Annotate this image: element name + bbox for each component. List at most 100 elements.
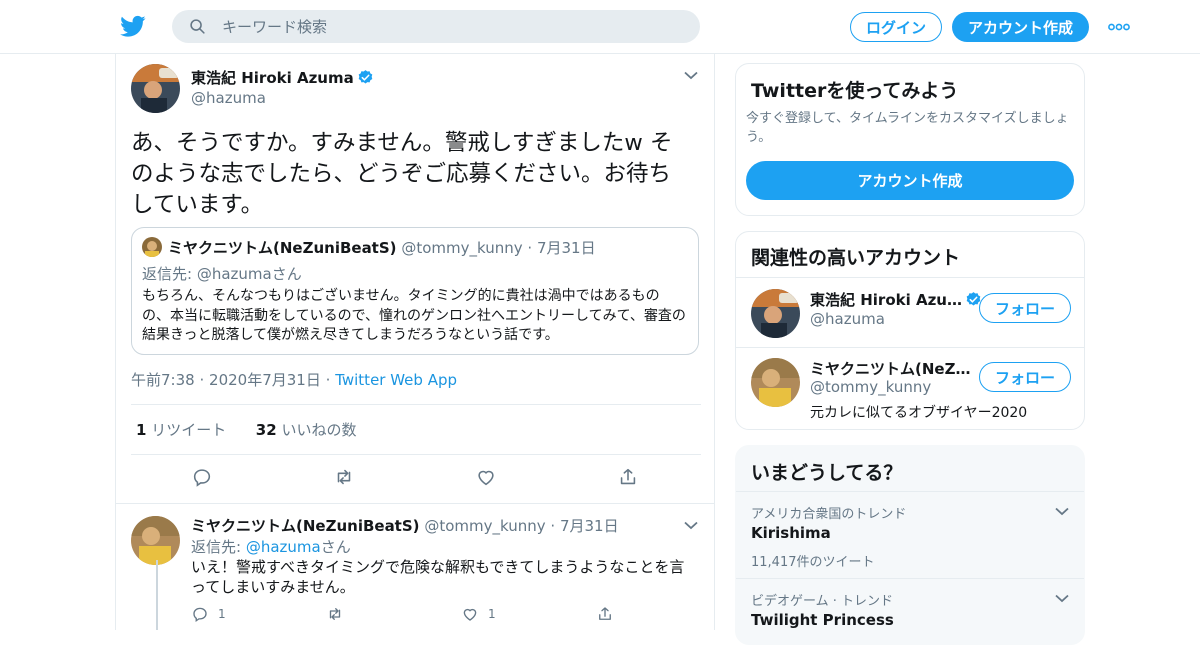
reply-retweet-action[interactable]: [326, 605, 353, 623]
reply-date[interactable]: 7月31日: [560, 517, 619, 535]
login-button[interactable]: ログイン: [850, 12, 942, 42]
reply-prefix: 返信先:: [142, 265, 197, 283]
more-dots-icon[interactable]: [1108, 23, 1130, 31]
related-accounts-card: 関連性の高いアカウント 東浩紀 Hiroki Azu… @hazuma フォロー: [735, 231, 1085, 430]
thread-line: [156, 560, 158, 630]
tweet-timestamp: 午前7:38 · 2020年7月31日 · Twitter Web App: [131, 369, 457, 390]
main-tweet-column: 東浩紀 Hiroki Azuma @hazuma あ、そうですか。すみません。警…: [115, 54, 715, 630]
signup-card-title: Twitterを使ってみよう: [751, 80, 959, 102]
signup-button[interactable]: アカウント作成: [952, 12, 1089, 42]
author-name-line: 東浩紀 Hiroki Azuma: [191, 67, 374, 88]
related-account-row[interactable]: 東浩紀 Hiroki Azu… @hazuma フォロー: [736, 277, 1084, 347]
related-account-name[interactable]: ミヤクニツトム(NeZ…: [810, 358, 970, 379]
retweet-icon[interactable]: [333, 466, 355, 488]
reply-prefix: 返信先:: [191, 538, 246, 556]
dot-separator: ·: [325, 371, 331, 389]
signup-card-button[interactable]: アカウント作成: [746, 161, 1074, 200]
like-count: 32: [255, 421, 277, 439]
signup-card: Twitterを使ってみよう 今すぐ登録して、タイムラインをカスタマイズしましょ…: [735, 63, 1085, 216]
chevron-down-icon[interactable]: [1055, 507, 1069, 516]
reply-actions: 1 1: [191, 605, 641, 625]
trend-tweet-count: 11,417件のツイート: [751, 555, 875, 570]
reply-icon[interactable]: [191, 466, 213, 488]
reply-like-count: 1: [488, 607, 496, 621]
retweet-stat[interactable]: 1 リツイート: [136, 421, 226, 439]
related-account-name-line: 東浩紀 Hiroki Azu…: [810, 289, 982, 310]
share-icon[interactable]: [617, 466, 639, 488]
follow-button[interactable]: フォロー: [979, 293, 1071, 323]
tweet-stats: 1 リツイート 32 いいねの数: [136, 419, 356, 440]
related-account-bio: 元カレに似てるオブザイヤー2020: [810, 405, 1028, 421]
trend-category: ビデオゲーム · トレンド: [751, 594, 894, 609]
share-icon: [599, 607, 611, 620]
quoted-reply-to: 返信先: @hazumaさん: [142, 263, 302, 284]
related-account-avatar[interactable]: [751, 289, 800, 338]
trend-name: Twilight Princess: [751, 611, 894, 629]
quoted-author-handle: @tommy_kunny: [401, 239, 523, 257]
reply-icon: [193, 607, 207, 623]
trend-item[interactable]: ビデオゲーム · トレンド Twilight Princess: [736, 578, 1084, 644]
quoted-avatar: [142, 237, 162, 257]
related-account-row[interactable]: ミヤクニツトム(NeZ… @tommy_kunny 元カレに似てるオブザイヤー2…: [736, 347, 1084, 429]
trends-card: いまどうしてる？ アメリカ合衆国のトレンド Kirishima 11,417件の…: [735, 445, 1085, 645]
follow-button[interactable]: フォロー: [979, 362, 1071, 392]
quoted-tweet-header: ミヤクニツトム(NeZuniBeatS) @tommy_kunny · 7月31…: [142, 237, 596, 258]
reply-share-action[interactable]: [596, 605, 623, 623]
twitter-bird-icon[interactable]: [120, 13, 146, 39]
quoted-tweet-text: もちろん、そんなつもりはございません。タイミング的に貴社は渦中ではあるものの、本…: [142, 288, 686, 343]
related-accounts-title: 関連性の高いアカウント: [751, 247, 961, 269]
reply-to-line: 返信先: @hazumaさん: [191, 536, 351, 557]
chevron-down-icon[interactable]: [684, 521, 698, 530]
reply-suffix: さん: [320, 538, 351, 556]
verified-badge-icon: [358, 70, 373, 84]
like-label: いいねの数: [281, 421, 357, 439]
trend-name: Kirishima: [751, 524, 831, 542]
dot-separator: ·: [550, 517, 556, 535]
divider: [131, 404, 701, 405]
divider: [131, 454, 701, 455]
reply-count: 1: [218, 607, 226, 621]
reply-tweet-text: いえ！警戒すべきタイミングで危険な解釈もできてしまうようなことを言ってしまいすみ…: [191, 558, 685, 596]
related-account-avatar[interactable]: [751, 358, 800, 407]
reply-like-action[interactable]: 1: [461, 605, 496, 623]
tweet-source-link[interactable]: Twitter Web App: [335, 371, 457, 389]
retweet-icon: [329, 608, 341, 620]
related-account-handle: @hazuma: [810, 310, 885, 328]
tweet-actions: [131, 466, 701, 492]
dot-separator: ·: [527, 239, 533, 257]
dot-separator: ·: [199, 371, 205, 389]
author-handle[interactable]: @hazuma: [191, 89, 266, 107]
search-input[interactable]: [222, 10, 682, 43]
related-account-name[interactable]: 東浩紀 Hiroki Azu…: [810, 291, 962, 309]
quoted-date: 7月31日: [536, 239, 596, 257]
search-bar[interactable]: [172, 10, 700, 43]
reply-author-handle[interactable]: @tommy_kunny: [424, 517, 545, 535]
signup-card-subtitle: 今すぐ登録して、タイムラインをカスタマイズしましょう。: [746, 111, 1069, 145]
trend-item[interactable]: アメリカ合衆国のトレンド Kirishima 11,417件のツイート: [736, 491, 1084, 578]
like-stat[interactable]: 32 いいねの数: [256, 421, 357, 439]
tweet-time[interactable]: 午前7:38: [131, 371, 195, 389]
chevron-down-icon[interactable]: [1055, 594, 1069, 603]
chevron-down-icon[interactable]: [684, 71, 698, 80]
like-heart-icon[interactable]: [475, 466, 497, 488]
tweet-date[interactable]: 2020年7月31日: [209, 371, 321, 389]
reply-author-name[interactable]: ミヤクニツトム(NeZuniBeatS): [191, 517, 420, 535]
quoted-author-name: ミヤクニツトム(NeZuniBeatS): [168, 239, 397, 257]
reply-tweet[interactable]: ミヤクニツトム(NeZuniBeatS) @tommy_kunny · 7月31…: [116, 503, 714, 630]
related-account-handle: @tommy_kunny: [810, 378, 932, 396]
tweet-text: あ、そうですか。すみません。警戒しすぎましたw そのような志でしたら、どうぞご応…: [131, 130, 673, 218]
trends-title: いまどうしてる？: [751, 462, 903, 484]
search-icon: [190, 19, 205, 34]
author-avatar[interactable]: [131, 64, 180, 113]
reply-suffix: さん: [271, 265, 302, 283]
reply-handle: @hazuma: [196, 265, 272, 283]
retweet-count: 1: [136, 421, 147, 439]
trend-category: アメリカ合衆国のトレンド: [751, 507, 907, 522]
like-heart-icon: [463, 608, 477, 621]
quoted-tweet[interactable]: ミヤクニツトム(NeZuniBeatS) @tommy_kunny · 7月31…: [131, 227, 699, 355]
author-name[interactable]: 東浩紀 Hiroki Azuma: [191, 69, 354, 87]
reply-to-handle-link[interactable]: @hazuma: [246, 538, 321, 556]
reply-reply-action[interactable]: 1: [191, 605, 226, 623]
reply-author-avatar[interactable]: [131, 516, 180, 565]
retweet-label: リツイート: [151, 421, 227, 439]
